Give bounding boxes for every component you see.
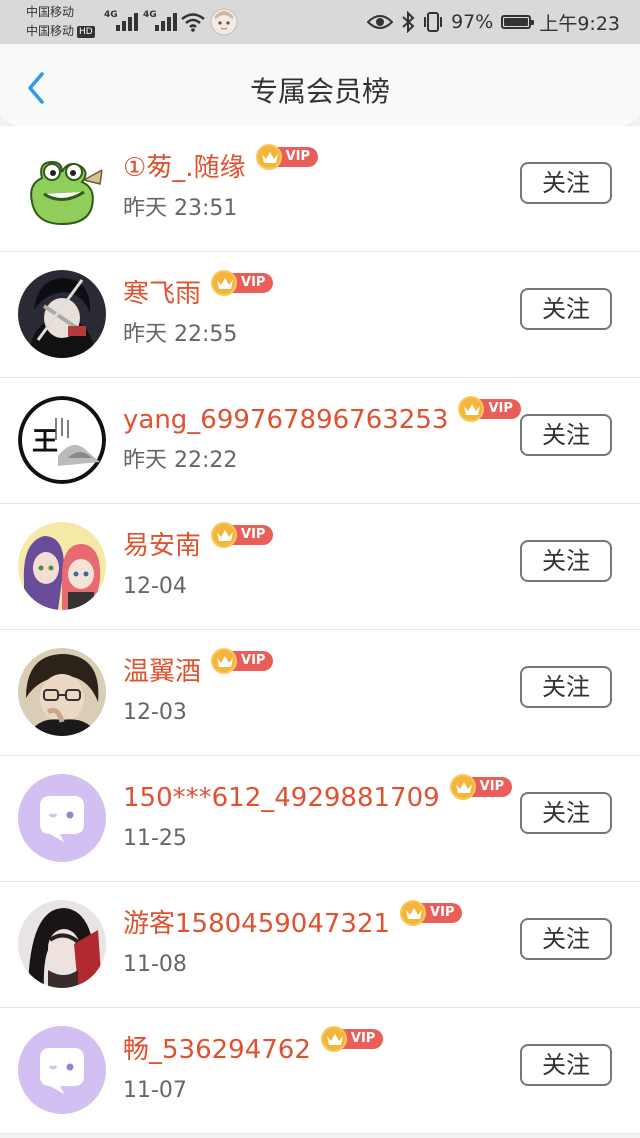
member-row[interactable]: 游客1580459047321 VIP 11-08 关注: [0, 882, 640, 1008]
member-row[interactable]: 温翼酒 VIP 12-03 关注: [0, 630, 640, 756]
follow-button[interactable]: 关注: [520, 1044, 612, 1086]
avatar-image: [18, 648, 106, 736]
follow-button[interactable]: 关注: [520, 918, 612, 960]
status-bar: 中国移动 中国移动 HD 4G 4G 97% 上午9:23: [0, 0, 640, 44]
nav-bar: 专属会员榜: [0, 44, 640, 127]
member-name: 畅_536294762: [123, 1035, 311, 1065]
avatar[interactable]: [18, 774, 106, 862]
member-name: yang_699767896763253: [123, 405, 449, 435]
member-name: ①茐_.随缘: [123, 153, 246, 183]
follow-button[interactable]: 关注: [520, 792, 612, 834]
crown-icon: [449, 774, 476, 800]
battery-icon: [501, 15, 535, 29]
member-time: 12-04: [123, 574, 187, 599]
vip-badge: VIP: [255, 144, 319, 170]
default-avatar-icon: [18, 1026, 106, 1114]
avatar-image: [18, 270, 106, 358]
member-time: 11-25: [123, 826, 187, 851]
member-row[interactable]: 易安南 VIP 12-04 关注: [0, 504, 640, 630]
hd-badge: HD: [77, 26, 95, 38]
default-avatar-icon: [18, 774, 106, 862]
member-time: 11-07: [123, 1078, 187, 1103]
vip-badge: VIP: [211, 270, 274, 296]
member-time: 昨天 23:51: [123, 196, 238, 221]
crown-icon: [320, 1026, 347, 1052]
battery-percent: 97%: [451, 11, 494, 33]
follow-button[interactable]: 关注: [520, 540, 612, 582]
page-title: 专属会员榜: [249, 75, 390, 108]
avatar[interactable]: [18, 522, 106, 610]
crown-icon: [211, 648, 238, 674]
svg-text:王: 王: [32, 427, 58, 457]
eye-icon: [367, 15, 394, 29]
member-row[interactable]: 畅_536294762 VIP 11-07 关注: [0, 1008, 640, 1134]
member-name: 易安南: [123, 531, 202, 561]
member-row[interactable]: 寒飞雨 VIP 昨天 22:55 关注: [0, 252, 640, 378]
avatar-image: [18, 522, 106, 610]
avatar[interactable]: [18, 900, 106, 988]
avatar-image: [18, 144, 106, 232]
member-time: 11-08: [123, 952, 187, 977]
member-list: ①茐_.随缘 VIP 昨天 23:51 关注 寒飞雨 VIP 昨天 22:55 关注…: [0, 126, 640, 1134]
member-name: 游客1580459047321: [123, 909, 391, 939]
avatar[interactable]: 王: [18, 396, 106, 484]
member-row[interactable]: 王 yang_699767896763253 VIP 昨天 22:22 关注: [0, 378, 640, 504]
follow-button[interactable]: 关注: [520, 162, 612, 204]
follow-button[interactable]: 关注: [520, 666, 612, 708]
member-name: 150***612_4929881709: [123, 783, 440, 813]
member-time: 昨天 22:55: [123, 322, 238, 347]
vibrate-icon: [424, 12, 443, 32]
crown-icon: [255, 144, 282, 170]
member-row[interactable]: 150***612_4929881709 VIP 11-25 关注: [0, 756, 640, 882]
member-name: 寒飞雨: [123, 279, 202, 309]
carrier-info: 中国移动 中国移动 HD: [26, 3, 95, 41]
vip-badge: VIP: [211, 648, 274, 674]
avatar-image: [18, 900, 106, 988]
wifi-icon: [181, 13, 205, 32]
bluetooth-icon: [402, 11, 415, 33]
vip-badge: VIP: [320, 1026, 384, 1052]
crown-icon: [400, 900, 427, 926]
member-time: 昨天 22:22: [123, 448, 238, 473]
vip-badge: VIP: [211, 522, 274, 548]
avatar[interactable]: [18, 648, 106, 736]
vip-badge: VIP: [449, 774, 513, 800]
avatar[interactable]: [18, 270, 106, 358]
follow-button[interactable]: 关注: [520, 414, 612, 456]
member-name: 温翼酒: [123, 657, 202, 687]
avatar[interactable]: [18, 144, 106, 232]
vip-badge: VIP: [458, 396, 521, 422]
member-time: 12-03: [123, 700, 187, 725]
avatar-image: 王: [18, 396, 106, 484]
carrier-label-2: 中国移动: [26, 24, 75, 38]
avatar[interactable]: [18, 1026, 106, 1114]
follow-button[interactable]: 关注: [520, 288, 612, 330]
member-row[interactable]: ①茐_.随缘 VIP 昨天 23:51 关注: [0, 126, 640, 252]
crown-icon: [211, 522, 238, 548]
carrier-label-1: 中国移动: [26, 5, 75, 19]
crown-icon: [211, 270, 238, 296]
vip-badge: VIP: [400, 900, 463, 926]
status-time: 上午9:23: [539, 12, 620, 35]
app-notification-icon: [210, 8, 238, 36]
